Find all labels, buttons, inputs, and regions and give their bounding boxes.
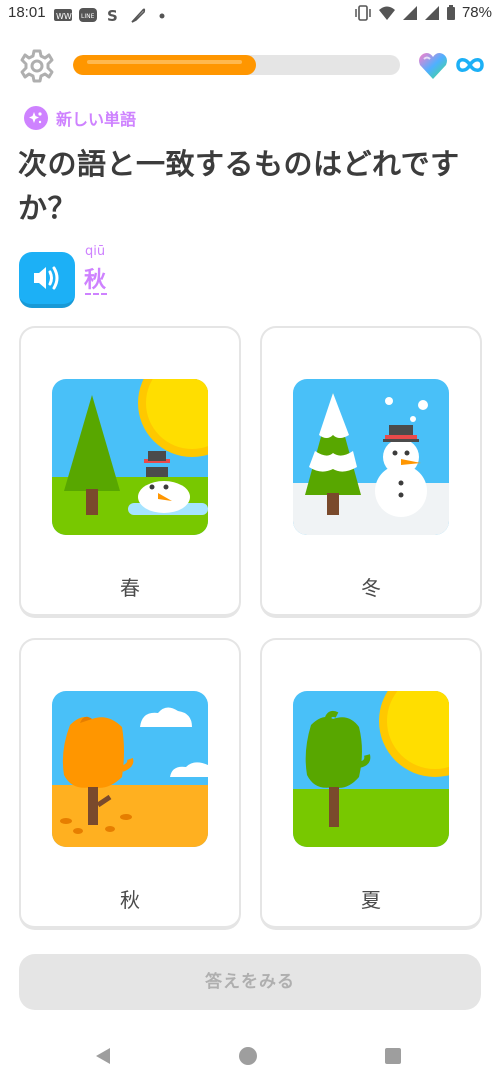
infinity-icon: [456, 58, 484, 72]
word-underline: [85, 293, 107, 295]
svg-text:LINE: LINE: [81, 13, 95, 20]
speaker-icon: [34, 266, 59, 290]
wifi-icon: [378, 6, 395, 20]
choice-card-winter[interactable]: 冬: [260, 326, 482, 618]
word-pinyin: qiū: [85, 244, 106, 259]
progress-shine: [87, 60, 243, 64]
question-title: 次の語と一致するものはどれですか？: [18, 147, 460, 225]
signal-icon: [402, 5, 417, 20]
back-icon[interactable]: [93, 1045, 115, 1067]
clock: 18:01: [8, 4, 46, 21]
lesson-progress-bar: [73, 55, 400, 75]
target-word[interactable]: 秋: [84, 262, 106, 294]
svg-text:S: S: [107, 7, 118, 23]
ww-app-icon: WW: [54, 9, 72, 21]
signal-icon: [424, 5, 439, 20]
winter-snowman-icon: [293, 379, 449, 535]
gear-icon[interactable]: [19, 48, 55, 84]
sparkle-icon: [24, 106, 48, 130]
choice-label: 秋: [120, 888, 140, 912]
s-app-icon: S: [107, 7, 118, 23]
svg-text:WW: WW: [56, 12, 72, 21]
choice-card-spring[interactable]: 春: [19, 326, 241, 618]
choice-label: 夏: [361, 888, 381, 912]
summer-tree-sun-icon: [293, 691, 449, 847]
dot-icon: [159, 13, 165, 19]
progress-fill: [73, 55, 257, 75]
system-nav-bar: [0, 1030, 500, 1084]
choice-label: 冬: [361, 576, 381, 600]
new-word-tag: 新しい単語: [24, 106, 136, 130]
autumn-tree-icon: [52, 691, 208, 847]
choice-card-summer[interactable]: 夏: [260, 638, 482, 930]
choice-card-autumn[interactable]: 秋: [19, 638, 241, 930]
battery-percent: 78%: [461, 4, 492, 21]
choice-label: 春: [120, 576, 140, 600]
line-icon: LINE: [79, 8, 97, 22]
vibrate-icon: [355, 4, 371, 21]
spring-snowman-melting-icon: [52, 379, 208, 535]
recents-icon[interactable]: [382, 1045, 404, 1067]
feather-icon: [131, 8, 146, 23]
new-word-label: 新しい単語: [56, 110, 137, 129]
battery-icon: [446, 4, 455, 20]
status-bar: 18:01 WW LINE S 78%: [0, 0, 500, 30]
check-answer-button[interactable]: 答えをみる: [19, 954, 481, 1010]
home-icon[interactable]: [237, 1045, 259, 1067]
play-audio-button[interactable]: [19, 252, 75, 308]
gem-heart-icon[interactable]: [418, 52, 448, 80]
